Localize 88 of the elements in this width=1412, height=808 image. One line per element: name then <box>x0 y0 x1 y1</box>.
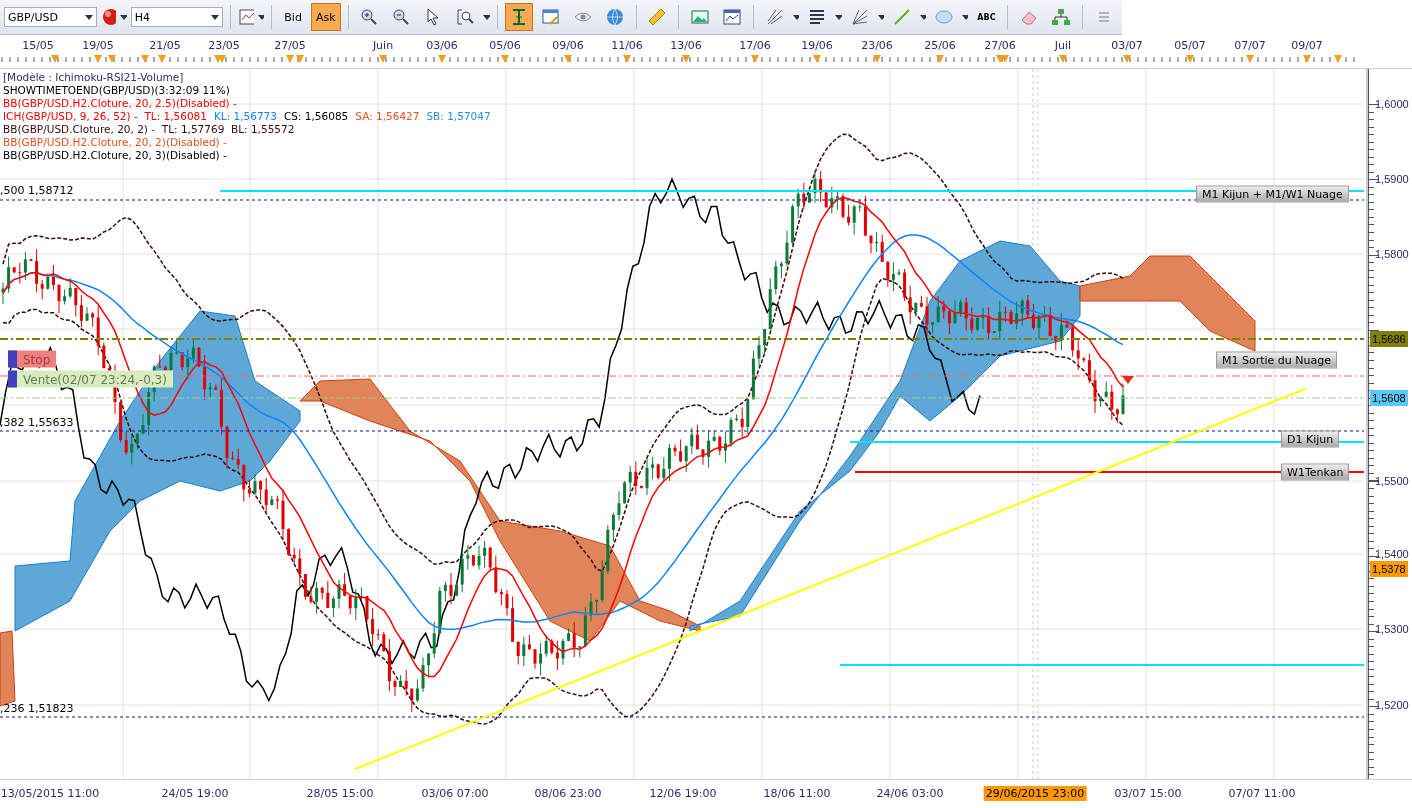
caret-icon <box>483 14 490 20</box>
time-label: 07/07 11:00 <box>1227 786 1297 801</box>
legend-text: KL: 1,56773 <box>213 110 277 123</box>
date-label: 23/06 <box>861 39 893 52</box>
date-label: 09/06 <box>552 39 584 52</box>
time-label: 08/06 23:00 <box>533 786 603 801</box>
legend-text: ICH(GBP/USD, 9, 26, 52) - TL: 1,56081 <box>3 110 207 123</box>
edit-icon <box>540 7 561 27</box>
time-label: 28/05 15:00 <box>305 786 375 801</box>
price-badge: 1,5608 <box>1370 390 1408 406</box>
time-label: 18/06 11:00 <box>762 786 832 801</box>
date-label: 03/07 <box>1111 39 1143 52</box>
date-label: 19/06 <box>801 39 833 52</box>
price-label: 1,5200 <box>1375 699 1409 711</box>
fibonacci-label: ,500 1,58712 <box>0 184 74 197</box>
time-label: 24/06 03:00 <box>875 786 945 801</box>
timeframe-dropdown[interactable]: H4 <box>130 7 224 27</box>
date-label: 27/06 <box>984 39 1016 52</box>
toolbar-button[interactable] <box>504 3 533 31</box>
legend-text: BB(GBP/USD.H2.Cloture, 20, 2)(Disabled) - <box>3 136 227 149</box>
line-annotation: M1 Kijun + M1/W1 Nuage <box>1196 185 1349 203</box>
line-annotation: D1 Kijun <box>1281 430 1340 448</box>
sell-order-label[interactable]: Vente(02/07 23:24,-0,3) <box>8 370 173 388</box>
legend-text: SB: 1,57047 <box>426 110 491 123</box>
price-label: 1,5500 <box>1375 475 1409 487</box>
caret-icon <box>919 14 927 20</box>
line-annotation: M1 Sortie du Nuage <box>1216 351 1337 369</box>
date-label: 03/06 <box>426 39 458 52</box>
date-label: 15/05 <box>22 39 54 52</box>
image-icon <box>690 7 711 27</box>
time-label: 24/05 19:00 <box>160 786 230 801</box>
caret-icon <box>120 14 127 20</box>
caret-icon <box>211 14 220 20</box>
ruler-icon <box>647 7 668 27</box>
time-label: 03/06 07:00 <box>420 786 490 801</box>
chart-type-icon[interactable] <box>238 7 254 27</box>
price-label: 1,5900 <box>1375 173 1409 185</box>
price-mode-button[interactable]: Bid <box>279 3 308 31</box>
sell-arrow-icon <box>1122 376 1134 384</box>
text-tool-button[interactable]: ABC <box>972 3 1001 31</box>
date-label: 13/06 <box>670 39 702 52</box>
date-label: Juin <box>372 39 394 52</box>
legend-text: SA: 1,56427 <box>355 110 420 123</box>
price-label: 1,6000 <box>1375 98 1409 110</box>
legend-text: BB(GBP/USD.H2.Cloture, 20, 2.5)(Disabled) - <box>3 97 237 110</box>
time-label: 12/06 19:00 <box>648 786 718 801</box>
date-label: Juil <box>1054 39 1072 52</box>
legend-text: CS: 1,56085 <box>284 110 349 123</box>
caret-icon <box>258 14 265 20</box>
legend-text: BB(GBP/USD.H2.Cloture, 20, 3)(Disabled) - <box>3 149 227 162</box>
date-label: 05/06 <box>489 39 521 52</box>
price-mode-button[interactable]: Ask <box>311 3 341 31</box>
price-label: 1,5800 <box>1375 248 1409 260</box>
price-label: 1,5300 <box>1375 623 1409 635</box>
window-icon <box>722 7 743 27</box>
date-label: 21/05 <box>149 39 181 52</box>
caret-icon <box>792 14 800 20</box>
time-label: 29/06/2015 23:00 <box>983 786 1087 801</box>
hierarchy-icon <box>1051 7 1072 27</box>
date-label: 05/07 <box>1174 39 1206 52</box>
date-label: 17/06 <box>739 39 771 52</box>
caret-icon <box>877 14 884 20</box>
legend-text: BB(GBP/USD.Cloture, 20, 2) - TL: 1,57769 BL: 1,55572 <box>3 123 295 136</box>
date-label: 07/07 <box>1234 39 1266 52</box>
price-label: 1,5400 <box>1375 548 1409 560</box>
caret-icon <box>84 14 93 20</box>
symbol-dropdown[interactable]: GBP/USD <box>4 7 97 27</box>
globe-icon <box>604 7 625 27</box>
date-label: 23/05 <box>208 39 240 52</box>
date-label: 19/05 <box>82 39 114 52</box>
price-badge: 1,5378 <box>1370 561 1408 577</box>
caret-icon <box>835 14 842 20</box>
fibonacci-label: ,236 1,51823 <box>0 702 74 715</box>
date-label: 25/06 <box>924 39 956 52</box>
line-annotation: W1Tenkan <box>1281 463 1350 481</box>
zoom-fit-icon <box>455 7 476 27</box>
date-label: 11/06 <box>611 39 643 52</box>
legend-text: SHOWTIMETOEND(GBP/USD)(3:32:09 11%) <box>3 84 230 97</box>
time-label: 03/07 15:00 <box>1113 786 1183 801</box>
date-label: 09/07 <box>1291 39 1323 52</box>
price-badge: 1,5686 <box>1370 331 1408 347</box>
fan-icon <box>849 7 870 27</box>
date-label: 27/05 <box>274 39 306 52</box>
fibonacci-label: ,382 1,55633 <box>0 416 74 429</box>
caret-icon <box>962 14 969 20</box>
ellipse-icon <box>934 7 955 27</box>
legend-text: [Modèle : Ichimoku-RSI21-Volume] <box>3 71 184 84</box>
time-label: 13/05/2015 11:00 <box>0 786 101 801</box>
